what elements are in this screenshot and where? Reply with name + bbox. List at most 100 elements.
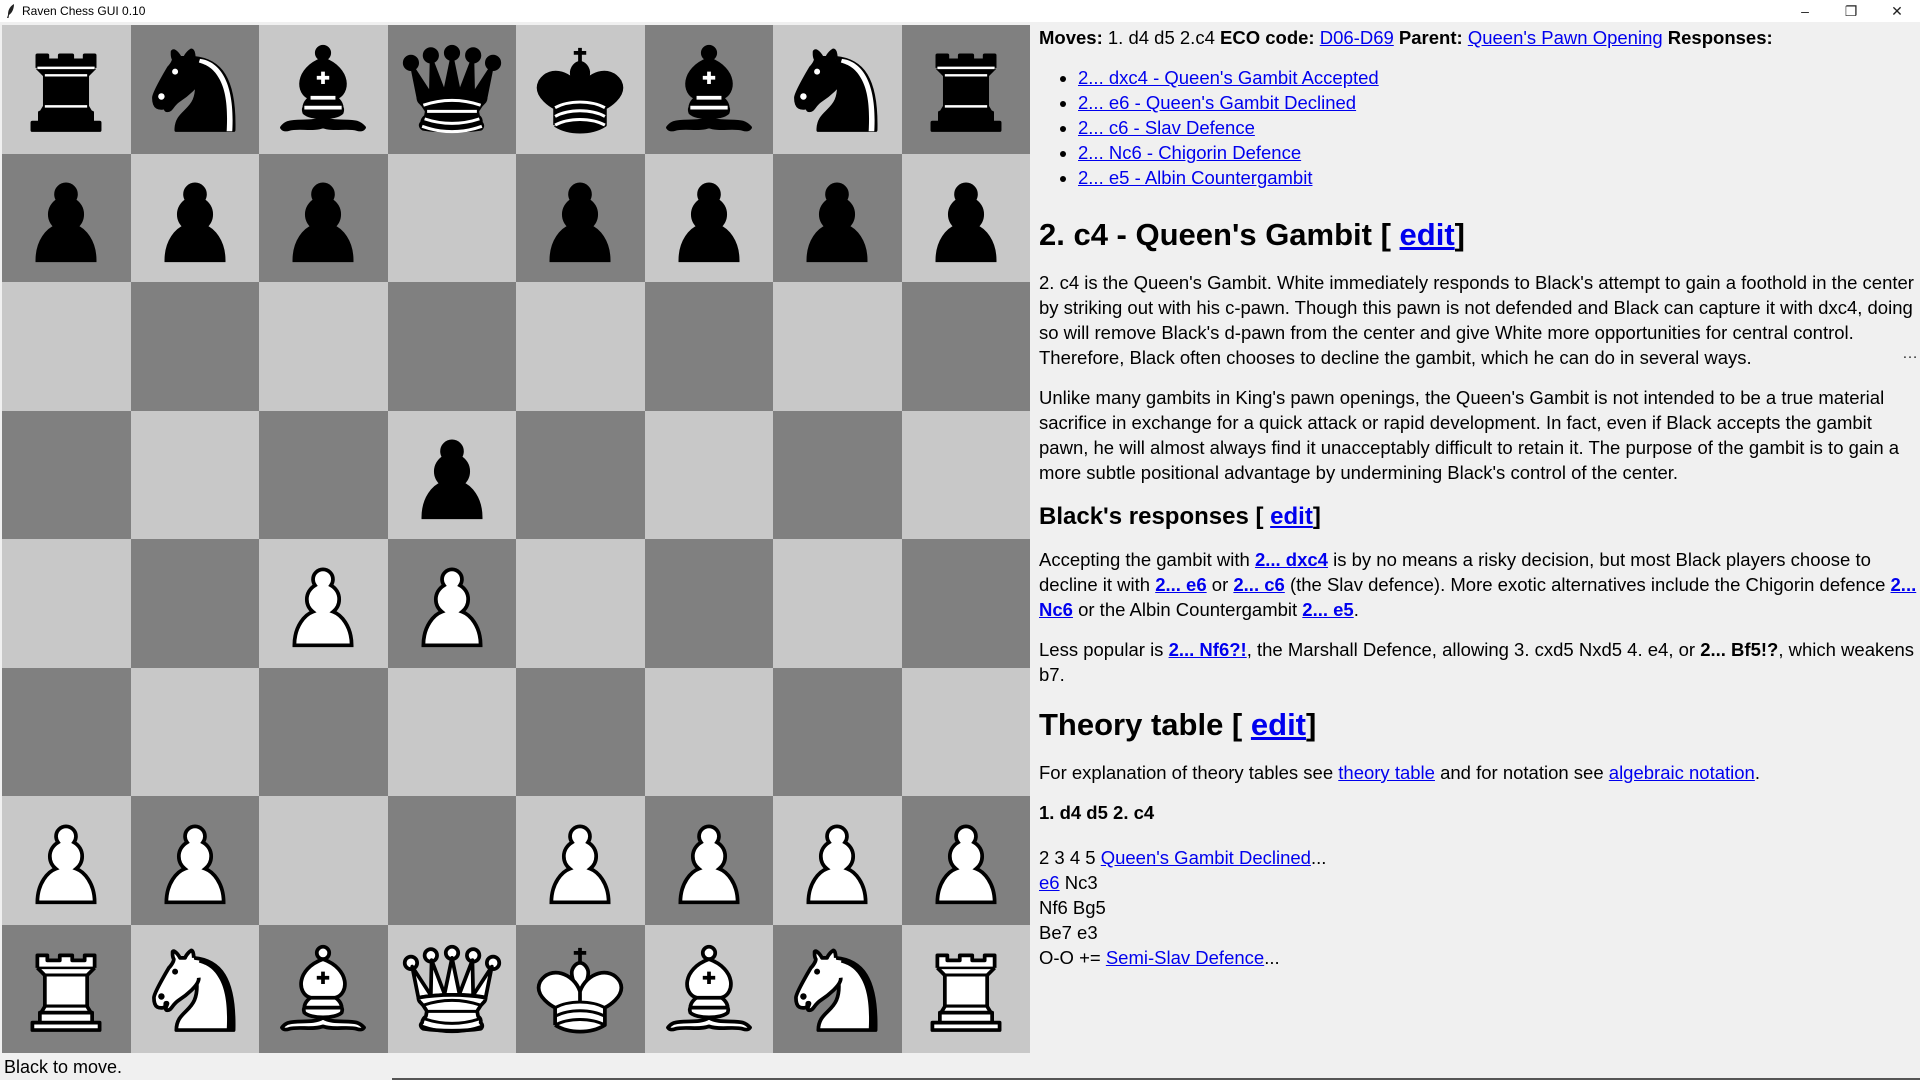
chess-board[interactable] bbox=[2, 25, 1030, 1053]
square-b5[interactable] bbox=[130, 410, 259, 539]
square-d4[interactable] bbox=[387, 539, 516, 668]
square-g6[interactable] bbox=[773, 282, 902, 411]
square-c6[interactable] bbox=[259, 282, 388, 411]
square-d6[interactable] bbox=[387, 282, 516, 411]
square-f3[interactable] bbox=[644, 667, 773, 796]
square-g4[interactable] bbox=[773, 539, 902, 668]
black-pawn-icon[interactable] bbox=[139, 162, 251, 274]
square-d8[interactable] bbox=[387, 25, 516, 154]
square-b4[interactable] bbox=[130, 539, 259, 668]
square-h4[interactable] bbox=[901, 539, 1030, 668]
square-h2[interactable] bbox=[901, 796, 1030, 925]
white-rook-icon[interactable] bbox=[910, 933, 1022, 1045]
white-king-icon[interactable] bbox=[524, 933, 636, 1045]
square-b2[interactable] bbox=[130, 796, 259, 925]
response-link-e6[interactable]: 2... e6 - Queen's Gambit Declined bbox=[1078, 92, 1356, 113]
square-f5[interactable] bbox=[644, 410, 773, 539]
black-pawn-icon[interactable] bbox=[524, 162, 636, 274]
white-bishop-icon[interactable] bbox=[653, 933, 765, 1045]
square-c4[interactable] bbox=[259, 539, 388, 668]
square-c2[interactable] bbox=[259, 796, 388, 925]
white-pawn-icon[interactable] bbox=[781, 804, 893, 916]
black-bishop-icon[interactable] bbox=[653, 33, 765, 145]
white-pawn-icon[interactable] bbox=[10, 804, 122, 916]
square-g3[interactable] bbox=[773, 667, 902, 796]
square-f6[interactable] bbox=[644, 282, 773, 411]
square-e3[interactable] bbox=[516, 667, 645, 796]
square-b6[interactable] bbox=[130, 282, 259, 411]
square-e7[interactable] bbox=[516, 153, 645, 282]
white-pawn-icon[interactable] bbox=[653, 804, 765, 916]
white-rook-icon[interactable] bbox=[10, 933, 122, 1045]
square-c8[interactable] bbox=[259, 25, 388, 154]
square-f8[interactable] bbox=[644, 25, 773, 154]
square-d7[interactable] bbox=[387, 153, 516, 282]
semi-slav-link[interactable]: Semi-Slav Defence bbox=[1106, 947, 1264, 968]
square-f7[interactable] bbox=[644, 153, 773, 282]
white-pawn-icon[interactable] bbox=[524, 804, 636, 916]
square-a8[interactable] bbox=[2, 25, 131, 154]
square-d2[interactable] bbox=[387, 796, 516, 925]
move-link-nf6[interactable]: 2... Nf6?! bbox=[1169, 639, 1247, 660]
black-queen-icon[interactable] bbox=[396, 33, 508, 145]
move-link-dxc4[interactable]: 2... dxc4 bbox=[1255, 549, 1328, 570]
square-a4[interactable] bbox=[2, 539, 131, 668]
black-pawn-icon[interactable] bbox=[396, 419, 508, 531]
black-pawn-icon[interactable] bbox=[781, 162, 893, 274]
restore-button[interactable]: ❐ bbox=[1828, 0, 1874, 22]
square-c1[interactable] bbox=[259, 924, 388, 1053]
edit-link[interactable]: edit bbox=[1251, 707, 1306, 742]
response-link-nc6[interactable]: 2... Nc6 - Chigorin Defence bbox=[1078, 142, 1301, 163]
black-rook-icon[interactable] bbox=[10, 33, 122, 145]
move-link-c6[interactable]: 2... c6 bbox=[1233, 574, 1284, 595]
black-pawn-icon[interactable] bbox=[653, 162, 765, 274]
white-bishop-icon[interactable] bbox=[267, 933, 379, 1045]
square-a6[interactable] bbox=[2, 282, 131, 411]
black-knight-icon[interactable] bbox=[781, 33, 893, 145]
square-a1[interactable] bbox=[2, 924, 131, 1053]
square-d1[interactable] bbox=[387, 924, 516, 1053]
square-e8[interactable] bbox=[516, 25, 645, 154]
qgd-link[interactable]: Queen's Gambit Declined bbox=[1101, 847, 1311, 868]
square-e1[interactable] bbox=[516, 924, 645, 1053]
edit-link[interactable]: edit bbox=[1270, 503, 1313, 530]
square-a5[interactable] bbox=[2, 410, 131, 539]
white-pawn-icon[interactable] bbox=[910, 804, 1022, 916]
square-a3[interactable] bbox=[2, 667, 131, 796]
black-knight-icon[interactable] bbox=[139, 33, 251, 145]
square-g8[interactable] bbox=[773, 25, 902, 154]
black-bishop-icon[interactable] bbox=[267, 33, 379, 145]
square-e6[interactable] bbox=[516, 282, 645, 411]
algebraic-notation-link[interactable]: algebraic notation bbox=[1609, 762, 1755, 783]
opening-info-panel[interactable]: Moves: 1. d4 d5 2.c4 ECO code: D06-D69 P… bbox=[1039, 25, 1920, 1080]
square-g7[interactable] bbox=[773, 153, 902, 282]
white-queen-icon[interactable] bbox=[396, 933, 508, 1045]
square-c5[interactable] bbox=[259, 410, 388, 539]
response-link-c6[interactable]: 2... c6 - Slav Defence bbox=[1078, 117, 1255, 138]
square-f4[interactable] bbox=[644, 539, 773, 668]
square-f2[interactable] bbox=[644, 796, 773, 925]
response-link-e5[interactable]: 2... e5 - Albin Countergambit bbox=[1078, 167, 1312, 188]
square-h3[interactable] bbox=[901, 667, 1030, 796]
theory-table-link[interactable]: theory table bbox=[1338, 762, 1435, 783]
square-e5[interactable] bbox=[516, 410, 645, 539]
white-pawn-icon[interactable] bbox=[139, 804, 251, 916]
black-rook-icon[interactable] bbox=[910, 33, 1022, 145]
square-g5[interactable] bbox=[773, 410, 902, 539]
black-pawn-icon[interactable] bbox=[10, 162, 122, 274]
white-knight-icon[interactable] bbox=[781, 933, 893, 1045]
square-b3[interactable] bbox=[130, 667, 259, 796]
black-pawn-icon[interactable] bbox=[267, 162, 379, 274]
square-c3[interactable] bbox=[259, 667, 388, 796]
e6-link[interactable]: e6 bbox=[1039, 872, 1060, 893]
edit-link[interactable]: edit bbox=[1400, 217, 1455, 252]
square-e4[interactable] bbox=[516, 539, 645, 668]
black-pawn-icon[interactable] bbox=[910, 162, 1022, 274]
square-b1[interactable] bbox=[130, 924, 259, 1053]
close-button[interactable]: ✕ bbox=[1874, 0, 1920, 22]
square-g2[interactable] bbox=[773, 796, 902, 925]
move-link-e6[interactable]: 2... e6 bbox=[1155, 574, 1206, 595]
square-d5[interactable] bbox=[387, 410, 516, 539]
minimize-button[interactable]: – bbox=[1782, 0, 1828, 22]
square-b7[interactable] bbox=[130, 153, 259, 282]
